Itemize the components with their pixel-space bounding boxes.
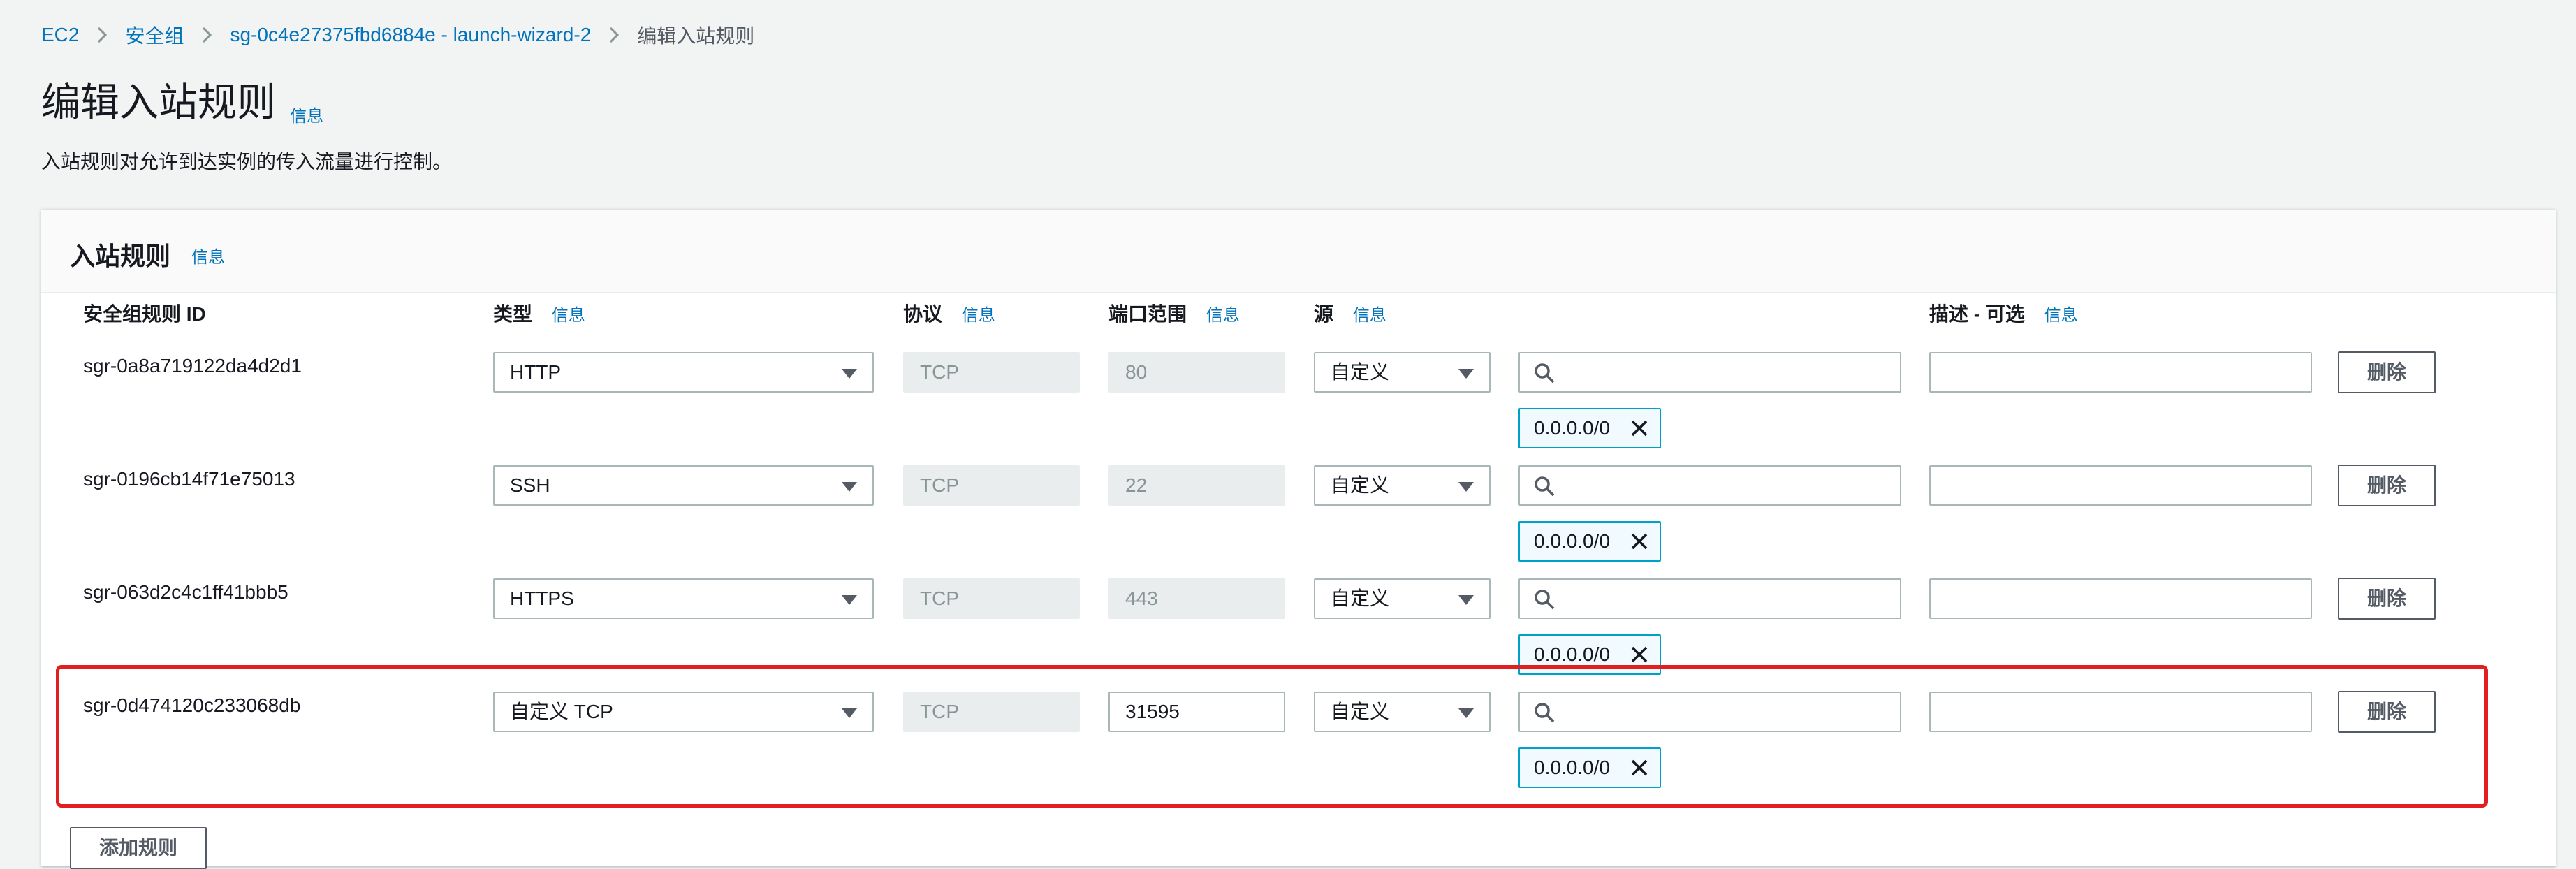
rule-type-value: HTTPS — [510, 587, 574, 609]
rule-protocol-field: TCP — [903, 578, 1080, 619]
rule-description-input[interactable] — [1929, 352, 2312, 393]
column-port-range-info-link[interactable]: 信息 — [1206, 306, 1240, 325]
rule-cidr-search-input[interactable] — [1518, 465, 1901, 506]
chevron-right-icon — [97, 27, 108, 43]
rule-type-value: SSH — [510, 474, 550, 496]
column-protocol-info-link[interactable]: 信息 — [962, 306, 995, 325]
panel-info-link[interactable]: 信息 — [191, 243, 225, 268]
rule-id: sgr-063d2c4c1ff41bbb5 — [83, 581, 288, 603]
breadcrumb: EC2 安全组 sg-0c4e27375fbd6884e - launch-wi… — [41, 21, 754, 49]
rule-protocol-field: TCP — [903, 352, 1080, 393]
rule-type-value: HTTP — [510, 361, 562, 383]
caret-down-icon — [842, 369, 857, 379]
cidr-token: 0.0.0.0/0 — [1518, 408, 1661, 448]
rule-type-select[interactable]: SSH — [493, 465, 874, 506]
breadcrumb-ec2[interactable]: EC2 — [41, 24, 79, 46]
column-description-label: 描述 - 可选 — [1929, 303, 2025, 325]
column-type: 类型 信息 — [493, 300, 585, 328]
caret-down-icon — [842, 595, 857, 605]
rule-source-select[interactable]: 自定义 — [1314, 465, 1491, 506]
column-type-info-link[interactable]: 信息 — [552, 306, 585, 325]
rule-source-select[interactable]: 自定义 — [1314, 352, 1491, 393]
rule-description-input[interactable] — [1929, 578, 2312, 619]
highlight-box — [56, 665, 2488, 808]
cidr-token-value: 0.0.0.0/0 — [1534, 530, 1610, 552]
close-icon[interactable] — [1629, 644, 1650, 665]
rule-id: sgr-0196cb14f71e75013 — [83, 468, 295, 490]
cidr-token-value: 0.0.0.0/0 — [1534, 643, 1610, 665]
column-port-range: 端口范围 信息 — [1108, 300, 1240, 328]
search-icon — [1535, 363, 1555, 384]
column-port-range-label: 端口范围 — [1108, 303, 1187, 325]
close-icon[interactable] — [1629, 531, 1650, 552]
caret-down-icon — [842, 482, 857, 492]
page-info-link[interactable]: 信息 — [290, 102, 323, 126]
breadcrumb-current: 编辑入站规则 — [637, 25, 755, 47]
rule-cidr-search-input[interactable] — [1518, 578, 1901, 619]
add-rule-button[interactable]: 添加规则 — [70, 827, 207, 869]
panel-title: 入站规则 — [70, 242, 171, 271]
rule-port-field: 22 — [1108, 465, 1285, 506]
search-icon — [1535, 590, 1555, 610]
delete-rule-button[interactable]: 删除 — [2338, 465, 2436, 506]
caret-down-icon — [1458, 369, 1474, 379]
search-icon — [1535, 476, 1555, 497]
rule-source-select[interactable]: 自定义 — [1314, 578, 1491, 619]
column-source-info-link[interactable]: 信息 — [1353, 306, 1386, 325]
column-rule-id: 安全组规则 ID — [83, 300, 206, 328]
chevron-right-icon — [202, 27, 212, 43]
caret-down-icon — [1458, 595, 1474, 605]
caret-down-icon — [1458, 482, 1474, 492]
panel-header: 入站规则 信息 — [41, 210, 2556, 293]
column-source-label: 源 — [1314, 303, 1334, 325]
close-icon[interactable] — [1629, 418, 1650, 439]
delete-rule-button[interactable]: 删除 — [2338, 578, 2436, 620]
rule-cidr-search-input[interactable] — [1518, 352, 1901, 393]
delete-rule-button[interactable]: 删除 — [2338, 351, 2436, 393]
rule-source-value: 自定义 — [1331, 361, 1390, 383]
rule-type-select[interactable]: HTTP — [493, 352, 874, 393]
rule-protocol-field: TCP — [903, 465, 1080, 506]
breadcrumb-security-groups[interactable]: 安全组 — [125, 21, 184, 49]
chevron-right-icon — [609, 27, 620, 43]
rule-source-value: 自定义 — [1331, 474, 1390, 496]
rule-source-value: 自定义 — [1331, 587, 1390, 609]
rule-type-select[interactable]: HTTPS — [493, 578, 874, 619]
column-rule-id-label: 安全组规则 ID — [83, 303, 206, 325]
page-title: 编辑入站规则 — [41, 80, 276, 126]
rule-port-field: 443 — [1108, 578, 1285, 619]
rule-id: sgr-0a8a719122da4d2d1 — [83, 355, 302, 377]
cidr-token-value: 0.0.0.0/0 — [1534, 417, 1610, 439]
column-source: 源 信息 — [1314, 300, 1386, 328]
rule-description-input[interactable] — [1929, 465, 2312, 506]
page-description: 入站规则对允许到达实例的传入流量进行控制。 — [41, 151, 453, 173]
breadcrumb-security-group[interactable]: sg-0c4e27375fbd6884e - launch-wizard-2 — [230, 24, 591, 46]
column-description-info-link[interactable]: 信息 — [2044, 306, 2078, 325]
cidr-token: 0.0.0.0/0 — [1518, 521, 1661, 562]
column-type-label: 类型 — [493, 303, 533, 325]
column-description: 描述 - 可选 信息 — [1929, 300, 2078, 328]
column-protocol: 协议 信息 — [903, 300, 995, 328]
column-protocol-label: 协议 — [903, 303, 943, 325]
rule-port-field: 80 — [1108, 352, 1285, 393]
